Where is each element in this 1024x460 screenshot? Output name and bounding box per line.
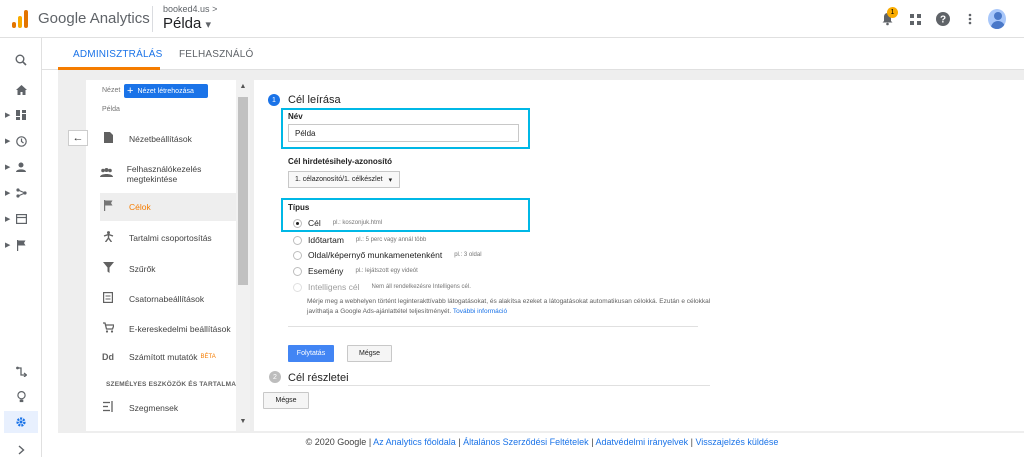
type-option-smart: Intelligens cél Nem áll rendelkezésre In… xyxy=(293,282,471,292)
help-icon[interactable]: ? xyxy=(934,10,952,28)
type-option-duration[interactable]: Időtartam pl.: 5 perc vagy annál több xyxy=(293,235,426,245)
dashboard-icon[interactable] xyxy=(10,105,32,125)
back-arrow-button[interactable]: ← xyxy=(68,130,88,146)
footer-link-privacy[interactable]: Adatvédelmi irányelvek xyxy=(596,437,689,447)
cancel-button[interactable]: Mégse xyxy=(347,345,392,362)
copyright: © 2020 Google | xyxy=(305,437,372,447)
radio-button[interactable] xyxy=(293,235,302,245)
dropdown-arrow-icon: ▾ xyxy=(388,176,393,184)
radio-button xyxy=(293,282,302,292)
left-navigation: ▶ ▶ ▶ ▶ ▶ ▶ xyxy=(0,38,42,457)
create-view-button[interactable]: + Nézet létrehozása xyxy=(124,84,208,98)
footer-link-home[interactable]: Az Analytics főoldala xyxy=(373,437,456,447)
type-option-pages[interactable]: Oldal/képernyő munkamenetenként pl.: 3 o… xyxy=(293,250,482,260)
menu-content-grouping[interactable]: Tartalmi csoportosítás xyxy=(100,231,236,245)
radio-button[interactable] xyxy=(293,218,302,228)
property-selector[interactable]: Példa ▾ xyxy=(163,15,211,32)
acquisition-icon[interactable] xyxy=(10,183,32,203)
menu-user-management[interactable]: Felhasználókezelés megtekintése xyxy=(100,164,236,184)
menu-goals[interactable]: Célok xyxy=(100,193,236,221)
step-one-badge: 1 xyxy=(268,94,280,106)
menu-view-settings[interactable]: Nézetbeállítások xyxy=(100,132,236,146)
flag-icon xyxy=(100,200,116,214)
top-bar: Google Analytics booked4.us > Példa ▾ 1 … xyxy=(0,0,1024,38)
smart-goal-description: Mérje meg a webhelyen történt leginterak… xyxy=(307,298,711,315)
step-one-title: Cél leírása xyxy=(288,94,341,106)
clock-icon[interactable] xyxy=(10,131,32,151)
view-label: Nézet xyxy=(102,87,121,94)
type-label: Típus xyxy=(288,203,310,212)
apps-grid-icon[interactable] xyxy=(906,10,924,28)
document-icon xyxy=(100,132,116,146)
learn-more-link[interactable]: További információ xyxy=(453,308,507,315)
filter-icon xyxy=(100,262,116,276)
continue-button[interactable]: Folytatás xyxy=(288,345,334,362)
divider xyxy=(288,326,698,327)
menu-channel-settings[interactable]: Csatornabeállítások xyxy=(100,292,236,306)
tab-user[interactable]: FELHASZNÁLÓ xyxy=(179,49,253,60)
footer-link-terms[interactable]: Általános Szerződési Feltételek xyxy=(463,437,589,447)
name-label: Név xyxy=(288,112,303,121)
settings-icon[interactable] xyxy=(4,411,38,433)
more-vert-icon[interactable] xyxy=(961,10,979,28)
account-breadcrumb[interactable]: booked4.us > xyxy=(163,4,217,14)
scroll-down-icon[interactable]: ▼ xyxy=(238,418,248,425)
menu-filters[interactable]: Szűrők xyxy=(100,262,236,276)
menu-ecommerce-settings[interactable]: E-kereskedelmi beállítások xyxy=(100,322,236,336)
type-option-event[interactable]: Esemény pl.: lejátszott egy videót xyxy=(293,266,418,276)
goal-name-input[interactable] xyxy=(288,124,519,142)
calculated-icon: Dd xyxy=(102,352,114,362)
goal-slot-select[interactable]: 1. célazonosító/1. célkészlet ▾ xyxy=(288,171,400,188)
account-avatar[interactable] xyxy=(988,9,1006,29)
flag-icon[interactable] xyxy=(10,235,32,255)
scroll-up-icon[interactable]: ▲ xyxy=(238,83,248,90)
behavior-icon[interactable] xyxy=(10,209,32,229)
beta-badge: BÉTA xyxy=(200,354,216,360)
channel-icon xyxy=(100,292,116,306)
brand-title[interactable]: Google Analytics xyxy=(38,10,150,27)
type-option-destination[interactable]: Cél pl.: koszonjuk.html xyxy=(293,218,382,228)
people-icon xyxy=(100,168,114,180)
cancel-bottom-button[interactable]: Mégse xyxy=(263,392,309,409)
notification-badge: 1 xyxy=(887,7,898,18)
person-icon[interactable] xyxy=(10,157,32,177)
home-icon[interactable] xyxy=(10,80,32,100)
section-heading: SZEMÉLYES ESZKÖZÖK ÉS TARTALMAK xyxy=(106,381,242,388)
footer-link-feedback[interactable]: Visszajelzés küldése xyxy=(695,437,778,447)
footer: © 2020 Google | Az Analytics főoldala | … xyxy=(305,437,779,447)
radio-button[interactable] xyxy=(293,266,302,276)
menu-calculated-metrics[interactable]: Dd Számított mutatók BÉTA xyxy=(100,352,236,362)
step-two-title: Cél részletei xyxy=(288,372,349,384)
view-name: Példa xyxy=(102,106,120,113)
analytics-logo-icon[interactable] xyxy=(12,10,28,28)
tab-admin[interactable]: ADMINISZTRÁLÁS xyxy=(73,49,162,60)
notifications-icon[interactable]: 1 xyxy=(878,7,898,28)
cart-icon xyxy=(100,322,116,336)
svg-text:?: ? xyxy=(940,15,946,26)
segments-icon xyxy=(100,401,116,415)
lightbulb-icon[interactable] xyxy=(10,387,32,407)
plus-icon: + xyxy=(127,85,134,97)
header-divider xyxy=(152,6,153,32)
menu-segments[interactable]: Szegmensek xyxy=(100,401,236,415)
attribution-icon[interactable] xyxy=(10,361,32,381)
slot-label: Cél hirdetésihely-azonosító xyxy=(288,157,393,166)
step-two-badge: 2 xyxy=(269,371,281,383)
radio-button[interactable] xyxy=(293,250,302,260)
content-grouping-icon xyxy=(100,231,116,245)
divider xyxy=(288,385,710,386)
scrollbar-thumb[interactable] xyxy=(238,97,248,285)
search-icon[interactable] xyxy=(10,50,32,70)
